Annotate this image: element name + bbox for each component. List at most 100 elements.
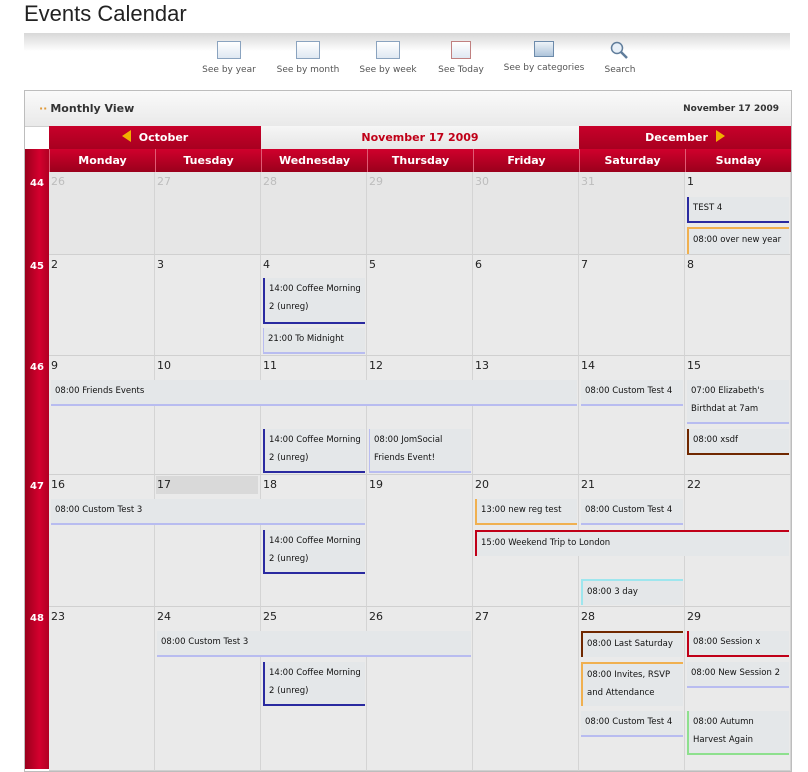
day-number[interactable]: 18 — [263, 478, 277, 491]
next-month-label: December — [645, 131, 708, 144]
event-item[interactable]: 08:00 Custom Test 4 — [581, 499, 683, 525]
day-number[interactable]: 11 — [263, 359, 277, 372]
day-cell[interactable]: 27 — [473, 607, 579, 771]
day-cell[interactable]: 16 — [49, 475, 155, 607]
day-number[interactable]: 2 — [51, 258, 58, 271]
day-cell[interactable]: 3 — [155, 255, 261, 356]
day-number[interactable]: 27 — [157, 175, 171, 188]
week-number[interactable]: 47 — [25, 481, 49, 492]
event-item[interactable]: 08:00 Autumn Harvest Again — [687, 711, 789, 755]
day-header-wednesday: Wednesday — [261, 149, 367, 172]
day-number[interactable]: 28 — [581, 610, 595, 623]
event-item[interactable]: TEST 4 — [687, 197, 789, 223]
event-item[interactable]: 08:00 Custom Test 4 — [581, 380, 683, 406]
day-cell[interactable]: 28 — [261, 172, 367, 255]
week-number[interactable]: 48 — [25, 613, 49, 624]
see-by-month-button[interactable]: See by month — [263, 41, 353, 75]
event-item[interactable]: 08:00 xsdf — [687, 429, 789, 455]
current-date-header: November 17 2009 — [261, 126, 579, 150]
week-number[interactable]: 45 — [25, 261, 49, 272]
week-number[interactable]: 46 — [25, 362, 49, 373]
day-number[interactable]: 23 — [51, 610, 65, 623]
day-cell[interactable]: 31 — [579, 172, 685, 255]
day-number[interactable]: 29 — [369, 175, 383, 188]
day-number[interactable]: 24 — [157, 610, 171, 623]
event-item[interactable]: 14:00 Coffee Morning 2 (unreg) — [263, 278, 365, 324]
event-item[interactable]: 07:00 Elizabeth's Birthdat at 7am — [687, 380, 789, 424]
day-cell[interactable]: 14 — [579, 356, 685, 475]
event-item[interactable]: 15:00 Weekend Trip to London — [475, 530, 789, 556]
day-number[interactable]: 5 — [369, 258, 376, 271]
day-number[interactable]: 28 — [263, 175, 277, 188]
day-cell[interactable]: 7 — [579, 255, 685, 356]
day-number[interactable]: 10 — [157, 359, 171, 372]
search-button[interactable]: Search — [575, 41, 665, 75]
see-by-year-button[interactable]: See by year — [184, 41, 274, 75]
next-month-button[interactable]: December — [579, 126, 791, 149]
day-cell[interactable]: 10 — [155, 356, 261, 475]
day-cell[interactable]: 30 — [473, 172, 579, 255]
day-number[interactable]: 26 — [369, 610, 383, 623]
event-item[interactable]: 08:00 Invites, RSVP and Attendance — [581, 662, 683, 706]
day-number[interactable]: 22 — [687, 478, 701, 491]
event-item[interactable]: 08:00 Custom Test 4 — [581, 711, 683, 737]
day-number[interactable]: 9 — [51, 359, 58, 372]
arrow-left-icon — [121, 130, 131, 142]
day-number[interactable]: 31 — [581, 175, 595, 188]
day-cell[interactable]: 26 — [49, 172, 155, 255]
event-item[interactable]: 08:00 Last Saturday — [581, 631, 683, 657]
calendar-week-icon — [376, 41, 400, 59]
day-number[interactable]: 3 — [157, 258, 164, 271]
day-number[interactable]: 8 — [687, 258, 694, 271]
monthly-view-label: Monthly View — [50, 102, 135, 115]
day-cell-today[interactable]: 17 — [155, 475, 261, 607]
day-number[interactable]: 16 — [51, 478, 65, 491]
event-item[interactable]: 14:00 Coffee Morning 2 (unreg) — [263, 530, 365, 574]
day-number[interactable]: 12 — [369, 359, 383, 372]
monthly-view-panel: ·· Monthly View November 17 2009 October … — [24, 90, 792, 772]
day-cell[interactable]: 23 — [49, 607, 155, 771]
day-number[interactable]: 17 — [157, 478, 171, 491]
event-item[interactable]: 14:00 Coffee Morning 2 (unreg) — [263, 429, 365, 473]
event-item[interactable]: 21:00 To Midnight — [263, 328, 365, 354]
day-cell[interactable]: 5 — [367, 255, 473, 356]
event-item[interactable]: 08:00 Custom Test 3 — [157, 631, 471, 657]
day-number[interactable]: 15 — [687, 359, 701, 372]
day-number[interactable]: 21 — [581, 478, 595, 491]
day-header-tuesday: Tuesday — [155, 149, 261, 172]
see-today-button[interactable]: See Today — [416, 41, 506, 75]
day-cell[interactable]: 8 — [685, 255, 791, 356]
event-item[interactable]: 13:00 new reg test — [475, 499, 577, 525]
day-number[interactable]: 20 — [475, 478, 489, 491]
event-item[interactable]: 08:00 over new year — [687, 227, 789, 254]
day-cell[interactable]: 29 — [367, 172, 473, 255]
day-number[interactable]: 25 — [263, 610, 277, 623]
week-number[interactable]: 44 — [25, 178, 49, 189]
day-number[interactable]: 7 — [581, 258, 588, 271]
event-item[interactable]: 08:00 New Session 2 — [687, 662, 789, 688]
prev-month-button[interactable]: October — [49, 126, 261, 149]
day-number[interactable]: 1 — [687, 175, 694, 188]
day-number[interactable]: 30 — [475, 175, 489, 188]
event-item[interactable]: 08:00 Friends Events — [51, 380, 577, 406]
day-cell[interactable]: 6 — [473, 255, 579, 356]
day-number[interactable]: 27 — [475, 610, 489, 623]
day-cell[interactable]: 9 — [49, 356, 155, 475]
day-number[interactable]: 19 — [369, 478, 383, 491]
day-header-thursday: Thursday — [367, 149, 473, 172]
day-number[interactable]: 14 — [581, 359, 595, 372]
event-item[interactable]: 08:00 Session x — [687, 631, 789, 657]
event-item[interactable]: 14:00 Coffee Morning 2 (unreg) — [263, 662, 365, 706]
day-number[interactable]: 13 — [475, 359, 489, 372]
day-number[interactable]: 4 — [263, 258, 270, 271]
day-number[interactable]: 6 — [475, 258, 482, 271]
day-cell[interactable]: 2 — [49, 255, 155, 356]
day-cell[interactable]: 27 — [155, 172, 261, 255]
event-item[interactable]: 08:00 JomSocial Friends Event! — [369, 429, 471, 473]
event-item[interactable]: 08:00 3 day — [581, 579, 683, 605]
day-number[interactable]: 26 — [51, 175, 65, 188]
day-cell[interactable]: 19 — [367, 475, 473, 607]
day-number[interactable]: 29 — [687, 610, 701, 623]
event-item[interactable]: 08:00 Custom Test 3 — [51, 499, 365, 525]
day-cell[interactable]: 13 — [473, 356, 579, 475]
